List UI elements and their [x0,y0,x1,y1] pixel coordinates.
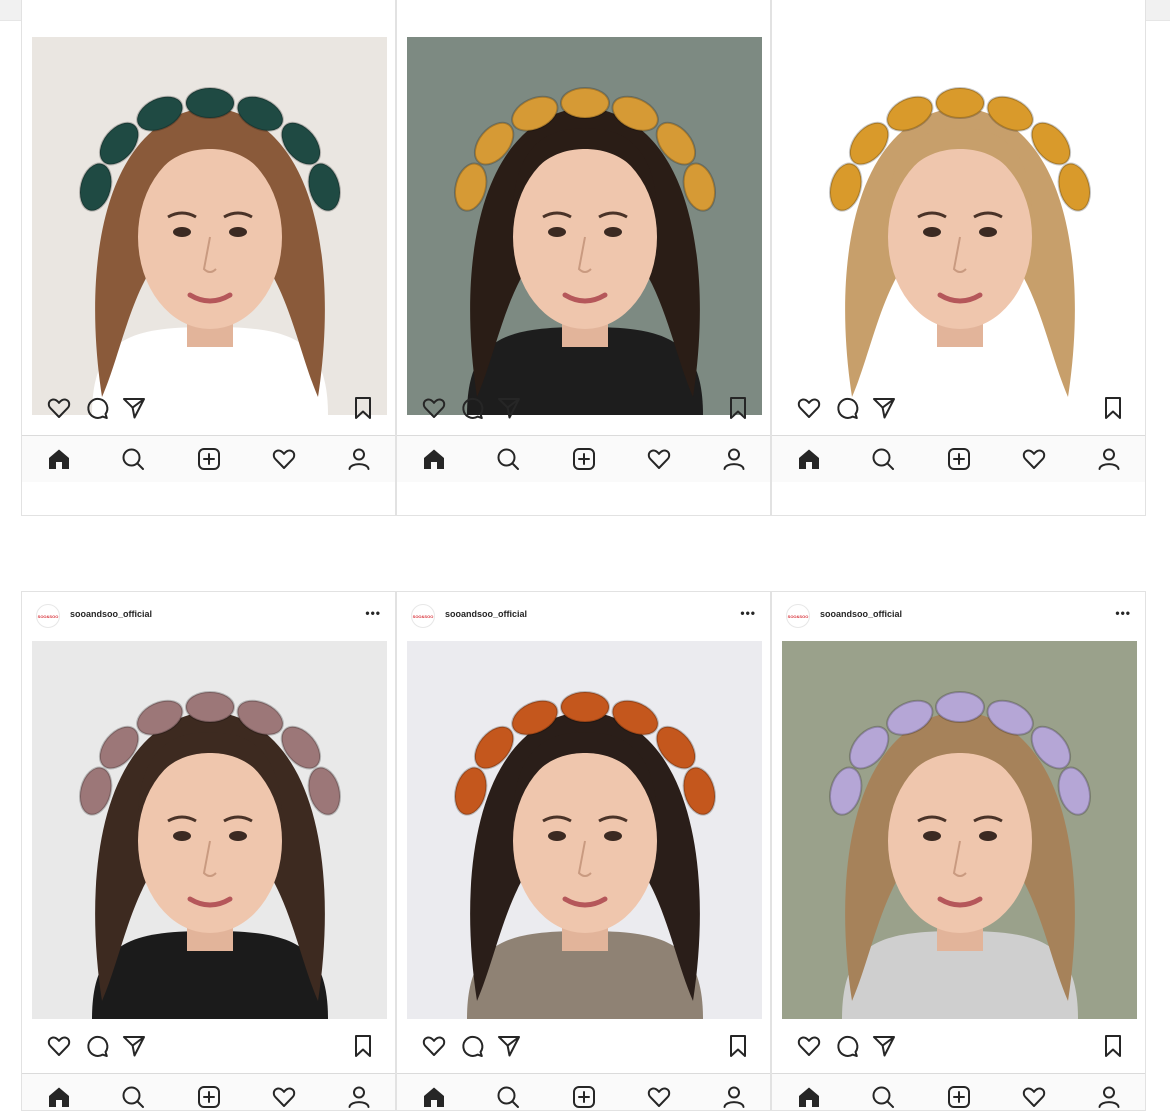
post-actions [772,1021,1145,1071]
share-icon[interactable] [496,395,522,421]
profile-icon[interactable] [1096,446,1122,472]
activity-heart-icon[interactable] [646,446,672,472]
post-username[interactable]: sooandsoo_official [70,609,152,619]
post-actions [397,1021,770,1071]
heart-icon[interactable] [796,395,822,421]
share-icon[interactable] [121,395,147,421]
profile-icon[interactable] [346,446,372,472]
bottom-nav [397,1073,770,1110]
more-options-icon[interactable]: ••• [365,606,381,620]
bookmark-icon[interactable] [1100,395,1126,421]
share-icon[interactable] [871,1033,897,1059]
more-options-icon[interactable]: ••• [740,606,756,620]
add-post-icon[interactable] [196,446,222,472]
post-photo[interactable] [782,37,1137,415]
post-actions [772,383,1145,433]
bookmark-icon[interactable] [350,395,376,421]
comment-icon[interactable] [834,1033,860,1059]
post-card: SOO&SOO sooandsoo_official ••• [771,591,1146,1111]
post-actions [22,383,395,433]
post-photo[interactable] [407,641,762,1019]
search-icon[interactable] [120,1084,146,1110]
search-icon[interactable] [120,446,146,472]
activity-heart-icon[interactable] [646,1084,672,1110]
comment-icon[interactable] [834,395,860,421]
home-icon[interactable] [46,446,72,472]
post-actions [397,383,770,433]
bottom-nav [22,435,395,482]
avatar[interactable]: SOO&SOO [786,604,810,628]
post-photo[interactable] [782,641,1137,1019]
comment-icon[interactable] [84,395,110,421]
bottom-nav [772,1073,1145,1110]
activity-heart-icon[interactable] [1021,446,1047,472]
activity-heart-icon[interactable] [1021,1084,1047,1110]
post-photo[interactable] [32,641,387,1019]
search-icon[interactable] [870,1084,896,1110]
profile-icon[interactable] [346,1084,372,1110]
bookmark-icon[interactable] [725,395,751,421]
activity-heart-icon[interactable] [271,1084,297,1110]
post-actions [22,1021,395,1071]
add-post-icon[interactable] [946,1084,972,1110]
post-username[interactable]: sooandsoo_official [820,609,902,619]
share-icon[interactable] [121,1033,147,1059]
comment-icon[interactable] [84,1033,110,1059]
home-icon[interactable] [421,1084,447,1110]
search-icon[interactable] [495,446,521,472]
post-card: ••• [771,0,1146,516]
post-photo[interactable] [407,37,762,415]
comment-icon[interactable] [459,1033,485,1059]
post-card: ••• [21,0,396,516]
comment-icon[interactable] [459,395,485,421]
profile-icon[interactable] [1096,1084,1122,1110]
post-header: SOO&SOO sooandsoo_official ••• [22,592,395,638]
avatar[interactable]: SOO&SOO [411,604,435,628]
bottom-nav [22,1073,395,1110]
add-post-icon[interactable] [571,1084,597,1110]
home-icon[interactable] [421,446,447,472]
bookmark-icon[interactable] [725,1033,751,1059]
heart-icon[interactable] [421,1033,447,1059]
home-icon[interactable] [796,446,822,472]
post-card: ••• [396,0,771,516]
add-post-icon[interactable] [571,446,597,472]
share-icon[interactable] [871,395,897,421]
bottom-nav [397,435,770,482]
avatar-logo-text: SOO&SOO [412,613,434,619]
search-icon[interactable] [870,446,896,472]
search-icon[interactable] [495,1084,521,1110]
bookmark-icon[interactable] [1100,1033,1126,1059]
share-icon[interactable] [496,1033,522,1059]
heart-icon[interactable] [46,395,72,421]
bookmark-icon[interactable] [350,1033,376,1059]
avatar-logo-text: SOO&SOO [37,613,59,619]
heart-icon[interactable] [421,395,447,421]
more-options-icon[interactable]: ••• [1115,606,1131,620]
heart-icon[interactable] [796,1033,822,1059]
profile-icon[interactable] [721,446,747,472]
post-username[interactable]: sooandsoo_official [445,609,527,619]
post-card: SOO&SOO sooandsoo_official ••• [21,591,396,1111]
add-post-icon[interactable] [946,446,972,472]
activity-heart-icon[interactable] [271,446,297,472]
avatar[interactable]: SOO&SOO [36,604,60,628]
bottom-nav [772,435,1145,482]
avatar-logo-text: SOO&SOO [787,613,809,619]
heart-icon[interactable] [46,1033,72,1059]
post-card: SOO&SOO sooandsoo_official ••• [396,591,771,1111]
post-photo[interactable] [32,37,387,415]
home-icon[interactable] [46,1084,72,1110]
post-header: SOO&SOO sooandsoo_official ••• [397,592,770,638]
post-header: SOO&SOO sooandsoo_official ••• [772,592,1145,638]
profile-icon[interactable] [721,1084,747,1110]
add-post-icon[interactable] [196,1084,222,1110]
home-icon[interactable] [796,1084,822,1110]
